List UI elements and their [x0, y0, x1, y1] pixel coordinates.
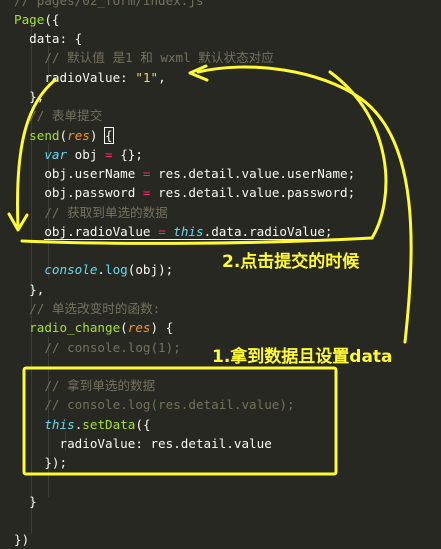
annotation-overlay	[7, 64, 413, 476]
annotation-step1: 1.拿到数据且设置data	[212, 347, 393, 367]
annotation-step2: 2.点击提交的时候	[222, 252, 360, 272]
arrow-step2	[16, 78, 57, 230]
underline-mark	[20, 236, 374, 245]
highlight-box	[22, 366, 338, 476]
connector-step2	[328, 70, 388, 240]
arrow-step1	[196, 65, 413, 344]
